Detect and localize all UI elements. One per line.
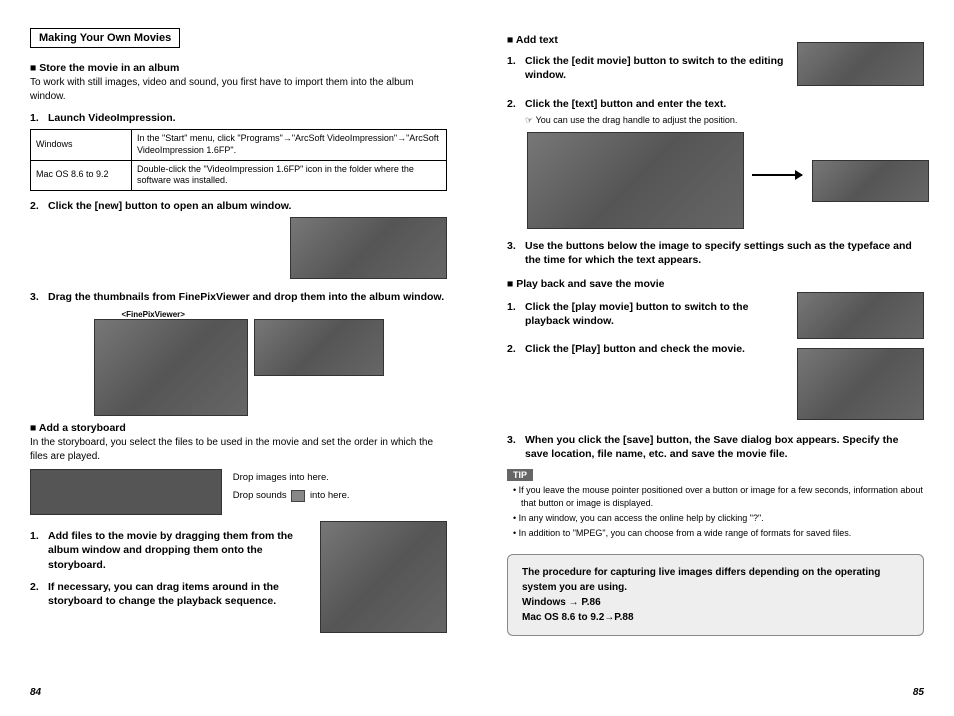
screenshot-new-album (30, 217, 447, 282)
screenshot-edit-movie (797, 42, 924, 86)
addtext-step-2: 2. Click the [text] button and enter the… (507, 97, 924, 111)
label-drop-sounds: Drop sounds into here. (233, 490, 350, 501)
screenshot-finepixviewer (94, 319, 248, 416)
infobox-line3: Mac OS 8.6 to 9.2→P.88 (522, 610, 909, 625)
launch-table: Windows In the "Start" menu, click "Prog… (30, 129, 447, 191)
tip-2: In any window, you can access the online… (521, 512, 924, 525)
tip-badge: TIP (507, 469, 533, 481)
step-new-album: 2. Click the [new] button to open an alb… (30, 199, 447, 213)
storyboard-heading: ■ Add a storyboard (30, 422, 447, 434)
screenshot-storyboard-drag (320, 521, 447, 633)
tip-3: In addition to "MPEG", you can choose fr… (521, 527, 924, 540)
arrow-icon (752, 174, 802, 176)
sound-icon (291, 490, 305, 502)
addtext-note: ☞ You can use the drag handle to adjust … (525, 115, 924, 126)
cell-os-mac: Mac OS 8.6 to 9.2 (31, 160, 132, 190)
cell-instr-mac: Double-click the "VideoImpression 1.6FP"… (132, 160, 447, 190)
cell-instr-win: In the "Start" menu, click "Programs"→"A… (132, 130, 447, 160)
screenshot-play-button (797, 348, 924, 420)
screenshot-text-window (527, 132, 744, 229)
section-heading: Making Your Own Movies (30, 28, 180, 48)
addtext-step-3: 3. Use the buttons below the image to sp… (507, 239, 924, 267)
screenshot-album-target (254, 319, 384, 376)
infobox-line2: Windows → P.86 (522, 595, 909, 610)
step-drag-thumbs: 3. Drag the thumbnails from FinePixViewe… (30, 290, 447, 304)
pb-step-1: 1. Click the [play movie] button to swit… (507, 300, 784, 328)
sb-step-1: 1. Add files to the movie by dragging th… (30, 529, 307, 572)
playback-heading: ■ Play back and save the movie (507, 278, 924, 290)
storyboard-bar-image (30, 469, 222, 515)
page-84: Making Your Own Movies ■ Store the movie… (0, 0, 477, 716)
live-capture-infobox: The procedure for capturing live images … (507, 554, 924, 636)
page-spread: Making Your Own Movies ■ Store the movie… (0, 0, 954, 716)
screenshot-image (290, 217, 447, 279)
pb-step-3: 3. When you click the [save] button, the… (507, 433, 924, 461)
store-album-body: To work with still images, video and sou… (30, 76, 447, 103)
infobox-line1: The procedure for capturing live images … (522, 565, 909, 595)
store-album-heading: ■ Store the movie in an album (30, 62, 447, 74)
pb-step-2: 2. Click the [Play] button and check the… (507, 342, 784, 356)
screenshot-play-movie (797, 292, 924, 339)
page-number-left: 84 (30, 687, 41, 698)
addtext-step-1: 1. Click the [edit movie] button to swit… (507, 54, 784, 82)
storyboard-body: In the storyboard, you select the files … (30, 436, 447, 463)
cell-os-win: Windows (31, 130, 132, 160)
label-drop-images: Drop images into here. (233, 472, 329, 483)
addtext-heading: ■ Add text (507, 34, 784, 46)
page-number-right: 85 (913, 687, 924, 698)
tip-1: If you leave the mouse pointer positione… (521, 484, 924, 510)
storyboard-steps: 1. Add files to the movie by dragging th… (30, 521, 447, 636)
page-85: ■ Add text 1. Click the [edit movie] but… (477, 0, 954, 716)
sb-step-2: 2. If necessary, you can drag items arou… (30, 580, 307, 608)
playback-steps: 1. Click the [play movie] button to swit… (507, 292, 924, 423)
finepix-drag-figure: <FinePixViewer> (94, 310, 384, 416)
text-settings-figure (527, 132, 924, 229)
storyboard-figure: Drop images into here. Drop sounds into … (30, 469, 447, 515)
screenshot-text-toolbar (812, 160, 929, 202)
tip-list: If you leave the mouse pointer positione… (521, 484, 924, 540)
addtext-row1: ■ Add text 1. Click the [edit movie] but… (507, 28, 924, 89)
step-launch: 1. Launch VideoImpression. (30, 111, 447, 125)
